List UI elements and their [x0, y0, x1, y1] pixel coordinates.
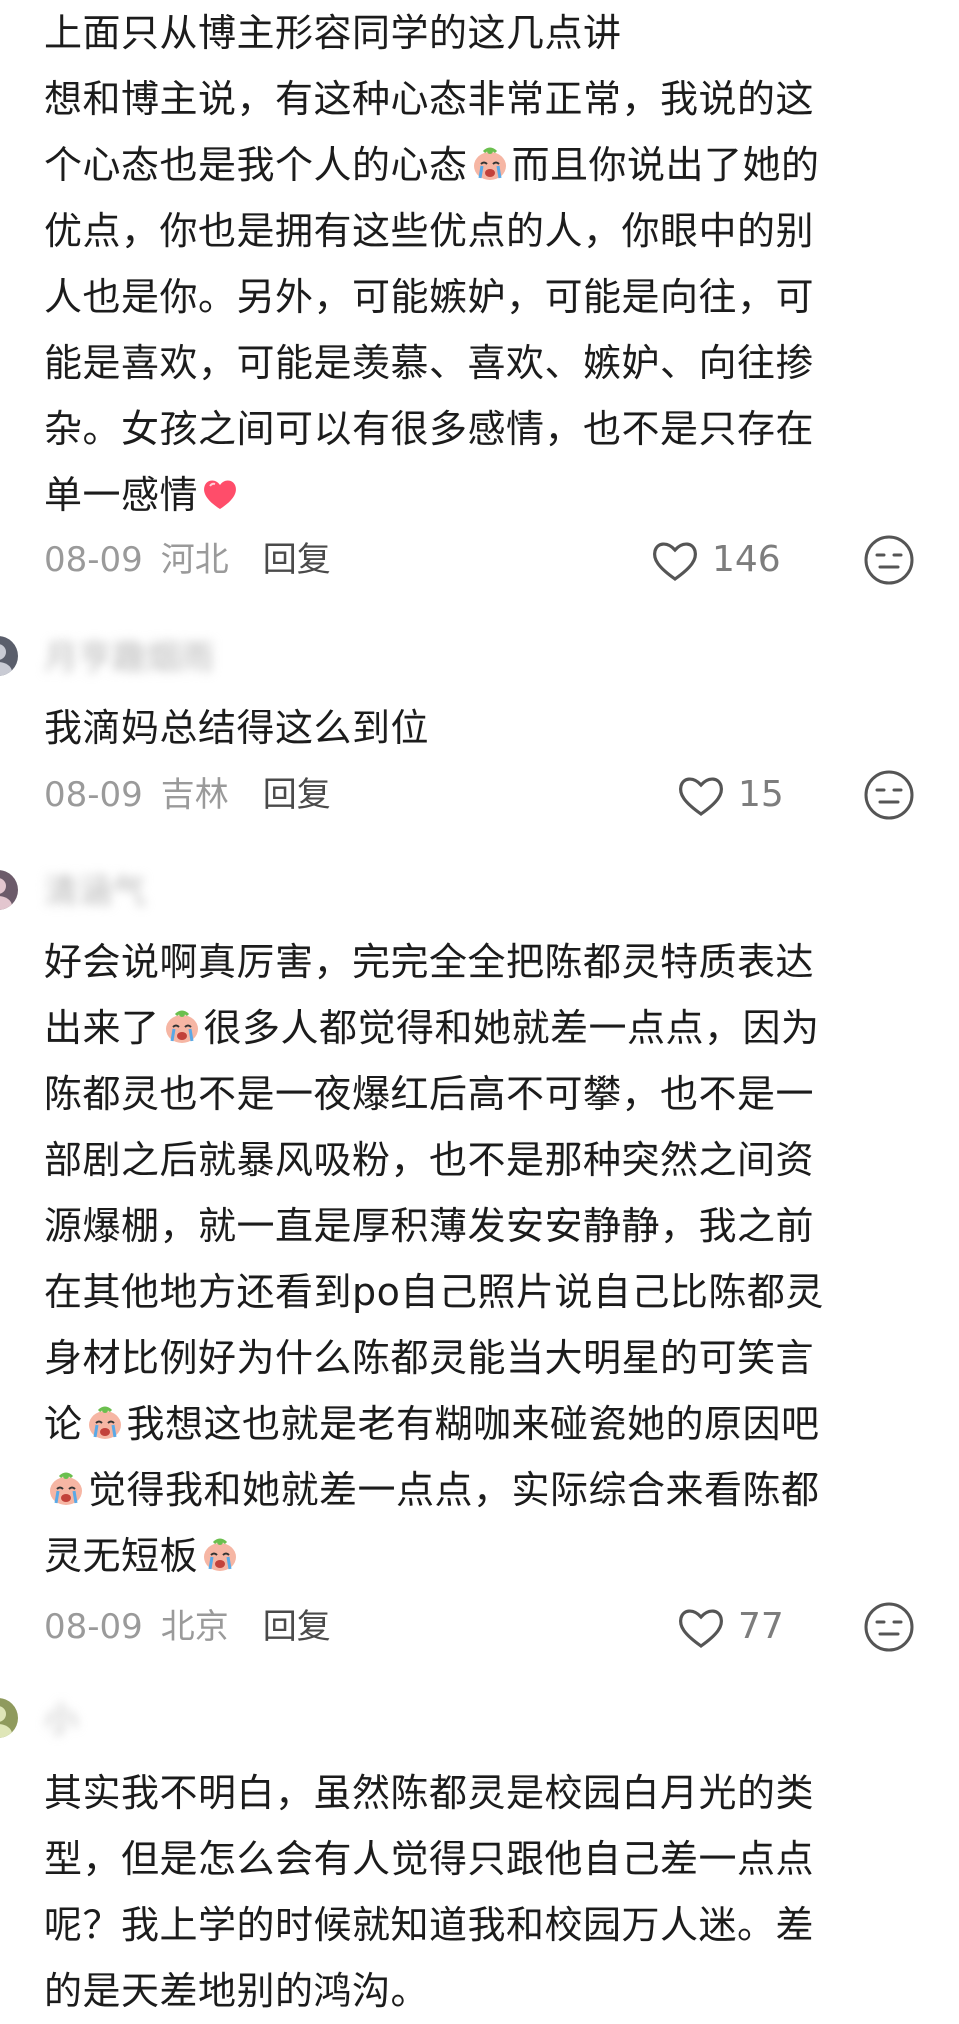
red-heart-emoji [200, 468, 240, 509]
comment-text: 我想这也就是老有糊咖来碰瓷她的原因吧 [126, 1402, 820, 1446]
comment-line: 陈都灵也不是一夜爆红后高不可攀，也不是一 [44, 1072, 815, 1116]
comment-text: 单一感情 [44, 473, 199, 517]
comment-date: 08-09 [44, 540, 143, 580]
crying-face-emoji [46, 1463, 86, 1505]
avatar[interactable] [0, 1698, 18, 1738]
comment-line: 杂。女孩之间可以有很多感情，也不是只存在 [44, 407, 815, 451]
comment-line: 能是喜欢，可能是羡慕、喜欢、嫉妒、向往掺 [44, 341, 815, 385]
comment-line: 的是天差地别的鸿沟。 [44, 1969, 430, 2013]
username[interactable]: 清涵气 [44, 874, 146, 910]
like-button[interactable]: 15 [676, 770, 784, 820]
avatar[interactable] [0, 636, 18, 676]
username[interactable]: 月亨趣烟雨 [44, 640, 214, 676]
comment-line: 上面只从博主形容同学的这几点讲 [44, 11, 622, 55]
comment-date: 08-09 [44, 1607, 143, 1647]
crying-face-emoji [85, 1397, 125, 1439]
heart-outline-icon [652, 542, 698, 581]
dislike-button[interactable] [862, 1600, 916, 1654]
comment-line: 出来了 很多人都觉得和她就差一点点，因为 [44, 995, 904, 1061]
comment-meta: 08-09 吉林 回复 [44, 770, 331, 820]
comment-meta: 08-09 北京 回复 [44, 1602, 331, 1652]
comment-line: 灵无短板 [44, 1523, 904, 1589]
crying-face-emoji [470, 138, 510, 180]
comment-meta: 08-09 河北 回复 [44, 535, 331, 585]
heart-outline-icon [678, 777, 724, 816]
meh-face-icon [864, 1602, 914, 1652]
comment-line: 优点，你也是拥有这些优点的人，你眼中的别 [44, 209, 815, 253]
meh-face-icon [864, 535, 914, 585]
comment-line: 我滴妈总结得这么到位 [44, 706, 430, 750]
crying-face-emoji [200, 1529, 240, 1571]
comment-line: 源爆棚，就一直是厚积薄发安安静静，我之前 [44, 1204, 815, 1248]
comment-text: 而且你说出了她的 [511, 143, 820, 187]
comment-line: 单一感情 [44, 462, 904, 528]
comment-line: 论我想这也就是老有糊咖来碰瓷她的原因吧 [44, 1391, 904, 1457]
comment-line: 好会说啊真厉害，完完全全把陈都灵特质表达 [44, 940, 815, 984]
comment-body: 其实我不明白，虽然陈都灵是校园白月光的类 型，但是怎么会有人觉得只跟他自己差一点… [44, 1760, 904, 2024]
like-count: 146 [712, 539, 781, 580]
comment-text: 出来了 [44, 1006, 160, 1050]
comment-region: 吉林 [160, 775, 229, 815]
comment-line: 个心态也是我个人的心态 而且你说出了她的 [44, 132, 904, 198]
dislike-button[interactable] [862, 768, 916, 822]
comment-line: 人也是你。另外，可能嫉妒，可能是向往，可 [44, 275, 815, 319]
comment-line: 在其他地方还看到po自己照片说自己比陈都灵 [44, 1270, 824, 1314]
comment-line: 型，但是怎么会有人觉得只跟他自己差一点点 [44, 1837, 815, 1881]
like-button[interactable]: 77 [676, 1602, 784, 1652]
comment-text: 论 [44, 1402, 83, 1446]
comment-body: 好会说啊真厉害，完完全全把陈都灵特质表达 出来了 很多人都觉得和她就差一点点，因为… [44, 929, 904, 1589]
dislike-button[interactable] [862, 533, 916, 587]
comment-text: 很多人都觉得和她就差一点点，因为 [203, 1006, 820, 1050]
like-count: 77 [738, 1606, 784, 1647]
like-count: 15 [738, 774, 784, 815]
reply-button[interactable]: 回复 [263, 775, 331, 815]
comment-line: 想和博主说，有这种心态非常正常，我说的这 [44, 77, 815, 121]
comment-body: 上面只从博主形容同学的这几点讲 想和博主说，有这种心态非常正常，我说的这 个心态… [44, 0, 904, 528]
comment-date: 08-09 [44, 775, 143, 815]
username[interactable]: 小 [44, 1702, 78, 1738]
comment-text: 灵无短板 [44, 1534, 199, 1578]
comment-line: 觉得我和她就差一点点，实际综合来看陈都 [44, 1457, 904, 1523]
comment-body: 我滴妈总结得这么到位 [44, 695, 904, 761]
crying-face-emoji [162, 1001, 202, 1043]
reply-button[interactable]: 回复 [263, 1607, 331, 1647]
comment-line: 其实我不明白，虽然陈都灵是校园白月光的类 [44, 1771, 815, 1815]
comment-line: 部剧之后就暴风吸粉，也不是那种突然之间资 [44, 1138, 815, 1182]
comment-line: 身材比例好为什么陈都灵能当大明星的可笑言 [44, 1336, 815, 1380]
meh-face-icon [864, 770, 914, 820]
comment-line: 呢？我上学的时候就知道我和校园万人迷。差 [44, 1903, 815, 1947]
avatar[interactable] [0, 870, 18, 910]
heart-outline-icon [678, 1609, 724, 1648]
comment-region: 北京 [160, 1607, 229, 1647]
like-button[interactable]: 146 [650, 535, 781, 585]
comment-text: 觉得我和她就差一点点，实际综合来看陈都 [88, 1468, 820, 1512]
comment-region: 河北 [160, 540, 229, 580]
reply-button[interactable]: 回复 [263, 540, 331, 580]
comment-text: 个心态也是我个人的心态 [44, 143, 468, 187]
